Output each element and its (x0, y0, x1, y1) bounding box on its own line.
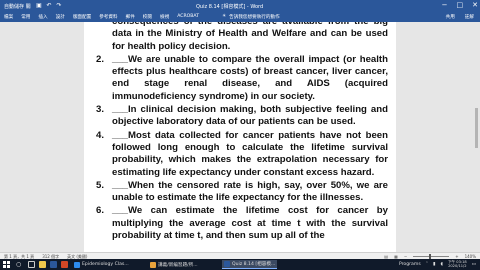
file-explorer-icon[interactable] (39, 261, 46, 268)
taskbar: ○ Epidemiology Clas... 講義/新編習題/所... Quiz… (0, 259, 480, 270)
tab-file[interactable]: 檔案 (4, 14, 13, 20)
list-item: 2. ___We are unable to compare the overa… (96, 54, 388, 103)
taskbar-app-explorer[interactable]: 講義/新編習題/所... (148, 260, 200, 269)
vertical-scrollbar[interactable] (474, 46, 479, 270)
tab-view[interactable]: 檢視 (160, 14, 169, 20)
list-item: 6. ___We can estimate the lifetime cost … (96, 205, 388, 242)
autosave-toggle[interactable]: 自動儲存 關 (4, 3, 31, 10)
status-bar: 第 1 頁，共 1 頁 312 個字 英文 (美國) ▤ ▦ − + 140% (0, 252, 480, 259)
item-number: 6. (96, 205, 105, 217)
word-icon (224, 261, 230, 267)
taskbar-app-label: Quiz 8.14 [相容模... (232, 262, 276, 267)
list-item: 3. ___In clinical decision making, both … (96, 104, 388, 129)
document-area: consequences of the diseases are availab… (0, 22, 480, 270)
save-icon[interactable]: ▣ (36, 2, 42, 9)
clock-date: 2020/11/2 (448, 264, 467, 269)
tab-layout[interactable]: 版面配置 (73, 14, 91, 20)
share-button[interactable]: 共用 (446, 14, 455, 20)
item-number: 3. (96, 104, 105, 116)
folder-icon (150, 261, 156, 268)
comments-button[interactable]: 註解 (465, 14, 474, 20)
volume-icon[interactable]: ◖ (441, 262, 443, 267)
list-item-continuation: consequences of the diseases are availab… (112, 22, 388, 52)
autosave-label: 自動儲存 (4, 4, 25, 10)
quick-access-toolbar: ▣ ↶ ↷ (36, 2, 62, 9)
lightbulb-icon: ☀ (222, 14, 227, 19)
taskbar-app-label: 講義/新編習題/所... (158, 262, 198, 268)
chrome-icon (74, 261, 80, 268)
maximize-button[interactable]: □ (457, 1, 464, 9)
scrollbar-thumb[interactable] (475, 108, 478, 148)
tab-mailings[interactable]: 郵件 (126, 14, 135, 20)
item-number: 5. (96, 179, 105, 191)
tab-review[interactable]: 校閱 (143, 14, 152, 20)
item-text: ___When the censored rate is high, say, … (112, 179, 388, 204)
search-icon[interactable]: ○ (16, 261, 24, 268)
chevron-up-icon[interactable]: ˄ (426, 262, 428, 267)
tell-me-text: 告訴我您想要執行的動作 (229, 15, 280, 20)
item-number: 2. (96, 53, 105, 65)
item-text: ___Most data collected for cancer patien… (112, 129, 388, 178)
tray-programs-label[interactable]: Programs (399, 262, 421, 267)
list-item: 4. ___Most data collected for cancer pat… (96, 130, 388, 179)
powerpoint-taskbar-icon[interactable] (61, 261, 68, 268)
notification-icon[interactable]: ▭ (472, 262, 476, 267)
network-icon[interactable]: ▮ (433, 262, 436, 267)
document-body: consequences of the diseases are availab… (96, 22, 388, 243)
redo-icon[interactable]: ↷ (56, 2, 62, 9)
system-tray: Programs ˄ ▮ ◖ 下午 03:18 2020/11/2 ▭ (399, 260, 476, 269)
windows-start-icon[interactable] (3, 261, 10, 268)
tab-insert[interactable]: 插入 (38, 14, 47, 20)
taskbar-app-label: Epidemiology Clas... (82, 262, 129, 267)
item-text: ___We are unable to compare the overall … (112, 53, 388, 102)
window-controls: − □ ✕ (442, 1, 478, 9)
item-number: 4. (96, 129, 105, 141)
taskbar-app-chrome[interactable]: Epidemiology Clas... (72, 260, 131, 269)
title-bar: 自動儲存 關 ▣ ↶ ↷ Quiz 8.14 [相容模式] - Word − □… (0, 0, 480, 12)
item-text: ___We can estimate the lifetime cost for… (112, 205, 388, 242)
document-page[interactable]: consequences of the diseases are availab… (84, 22, 396, 252)
tab-references[interactable]: 參考資料 (99, 14, 117, 20)
ribbon-tabs: 檔案 常用 插入 設計 版面配置 參考資料 郵件 校閱 檢視 ACROBAT ☀… (0, 12, 480, 22)
zoom-slider[interactable] (413, 254, 450, 259)
task-view-icon[interactable] (28, 261, 35, 268)
tab-design[interactable]: 設計 (56, 14, 65, 20)
taskbar-app-word[interactable]: Quiz 8.14 [相容模... (222, 260, 278, 269)
undo-icon[interactable]: ↶ (46, 2, 52, 9)
item-text: ___In clinical decision making, both sub… (112, 104, 388, 128)
close-button[interactable]: ✕ (472, 1, 478, 9)
window-title: Quiz 8.14 [相容模式] - Word (196, 4, 264, 10)
tab-acrobat[interactable]: ACROBAT (177, 14, 199, 20)
word-taskbar-icon[interactable] (50, 261, 57, 268)
tell-me-box[interactable]: ☀ 告訴我您想要執行的動作 (222, 14, 280, 20)
list-item: 5. ___When the censored rate is high, sa… (96, 180, 388, 205)
tab-home[interactable]: 常用 (21, 14, 30, 20)
autosave-state: 關 (25, 4, 31, 10)
clock[interactable]: 下午 03:18 2020/11/2 (448, 260, 467, 269)
minimize-button[interactable]: − (442, 1, 448, 9)
